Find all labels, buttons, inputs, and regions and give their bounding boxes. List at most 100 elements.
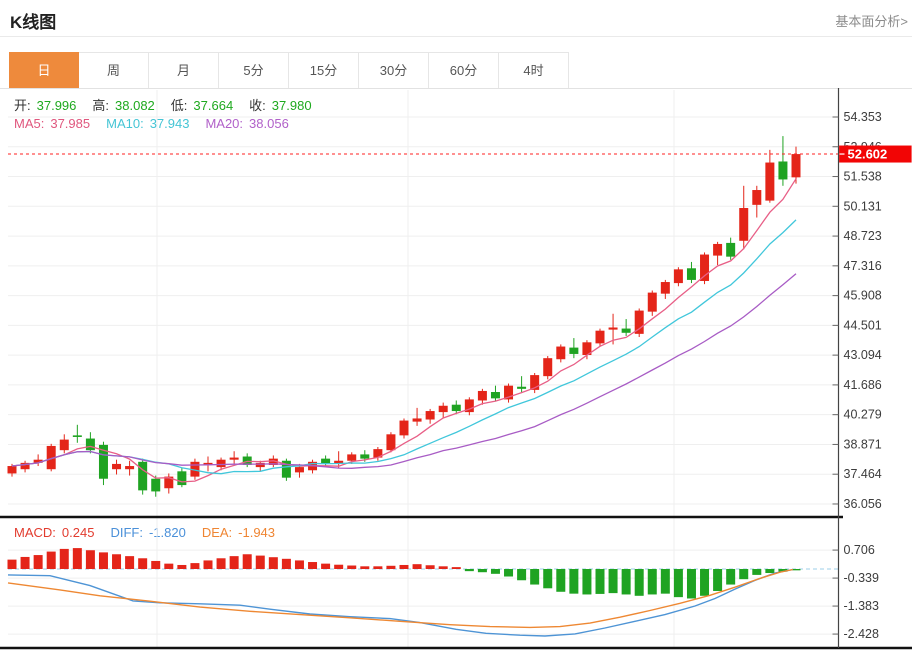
candle-body	[478, 391, 487, 401]
candle-body	[347, 454, 356, 460]
macd-bar	[243, 554, 252, 569]
candle-body	[491, 392, 500, 398]
axis-tick-label: 45.908	[844, 289, 882, 303]
axis-tick-label: 0.706	[844, 543, 875, 557]
macd-bar	[164, 564, 173, 569]
candle-body	[752, 190, 761, 205]
macd-bar	[713, 569, 722, 591]
candle-body	[569, 348, 578, 354]
candle-body	[674, 269, 683, 283]
candle-body	[413, 418, 422, 421]
axis-tick-label: 44.501	[844, 318, 882, 332]
candle-body	[726, 243, 735, 257]
axis-tick-label: 47.316	[844, 259, 882, 273]
macd-bar	[125, 556, 134, 569]
macd-bar	[86, 550, 95, 569]
axis-tick-label: 50.131	[844, 199, 882, 213]
candle-body	[60, 440, 69, 451]
macd-bar	[739, 569, 748, 579]
candle-body	[73, 435, 82, 437]
macd-bar	[556, 569, 565, 592]
macd-bar	[60, 549, 69, 569]
macd-bar	[478, 569, 487, 572]
kline-app: K线图 基本面分析> 日周月5分15分30分60分4时 开:37.996高:38…	[0, 0, 912, 653]
last-price-badge: 52.602	[839, 146, 912, 163]
macd-bar	[190, 563, 199, 569]
macd-bar	[34, 555, 43, 569]
candle-body	[596, 331, 605, 344]
macd-bar	[517, 569, 526, 580]
candle-body	[713, 244, 722, 256]
macd-bar	[609, 569, 618, 593]
macd-bar	[400, 565, 409, 569]
macd-bar	[661, 569, 670, 594]
macd-bar	[504, 569, 513, 577]
macd-bar	[73, 548, 82, 569]
macd-bar	[635, 569, 644, 596]
macd-bar	[543, 569, 552, 588]
macd-bar	[530, 569, 539, 585]
candle-body	[151, 479, 160, 492]
axis-tick-label: 41.686	[844, 378, 882, 392]
macd-bar	[138, 558, 147, 569]
axis-tick-label: -2.428	[844, 627, 879, 641]
macd-bar	[256, 556, 265, 569]
macd-bar	[269, 557, 278, 569]
candle-body	[439, 406, 448, 412]
candle-body	[295, 467, 304, 472]
axes-layer: 54.35352.94651.53850.13148.72347.31645.9…	[0, 88, 912, 648]
macd-bar	[230, 556, 239, 569]
candle-body	[517, 387, 526, 389]
candle-body	[543, 358, 552, 376]
candle-body	[700, 255, 709, 281]
axis-tick-label: 43.094	[844, 348, 882, 362]
candle-body	[648, 293, 657, 312]
candle-body	[125, 466, 134, 469]
macd-bar	[373, 566, 382, 569]
macd-bar	[217, 558, 226, 569]
candle-body	[661, 282, 670, 294]
axis-tick-label: -1.383	[844, 599, 879, 613]
macd-bar	[491, 569, 500, 574]
last-price-label: 52.602	[848, 147, 888, 162]
macd-bar	[347, 566, 356, 569]
macd-bar	[582, 569, 591, 594]
ma20-line	[12, 274, 796, 469]
macd-bar	[596, 569, 605, 594]
macd-bar	[622, 569, 631, 594]
macd-bar	[687, 569, 696, 598]
macd-bar	[47, 552, 56, 569]
candle-body	[8, 466, 17, 473]
candle-body	[687, 268, 696, 280]
macd-bar	[99, 552, 108, 569]
candle-body	[739, 208, 748, 241]
macd-bar	[308, 562, 317, 569]
candle-body	[400, 421, 409, 436]
macd-bar	[295, 560, 304, 569]
macd-layer	[8, 548, 839, 636]
macd-bar	[439, 566, 448, 569]
axis-tick-label: 36.056	[844, 497, 882, 511]
macd-bar	[321, 564, 330, 569]
candle-body	[452, 405, 461, 411]
macd-bar	[674, 569, 683, 597]
macd-bar	[648, 569, 657, 594]
macd-bar	[426, 565, 435, 569]
axis-tick-label: 40.279	[844, 408, 882, 422]
macd-bar	[8, 560, 17, 569]
candle-body	[609, 328, 618, 330]
macd-bar	[413, 564, 422, 569]
macd-bar	[282, 559, 291, 569]
macd-bar	[204, 560, 213, 569]
candle-body	[112, 464, 121, 469]
axis-tick-label: 54.353	[844, 110, 882, 124]
candle-body	[622, 329, 631, 333]
macd-bar	[112, 554, 121, 569]
candle-body	[778, 161, 787, 179]
macd-bar	[177, 565, 186, 569]
axis-tick-label: 37.464	[844, 467, 882, 481]
axis-tick-label: 38.871	[844, 437, 882, 451]
candle-body	[230, 458, 239, 460]
candle-body	[177, 471, 186, 485]
candles-layer	[8, 136, 801, 497]
